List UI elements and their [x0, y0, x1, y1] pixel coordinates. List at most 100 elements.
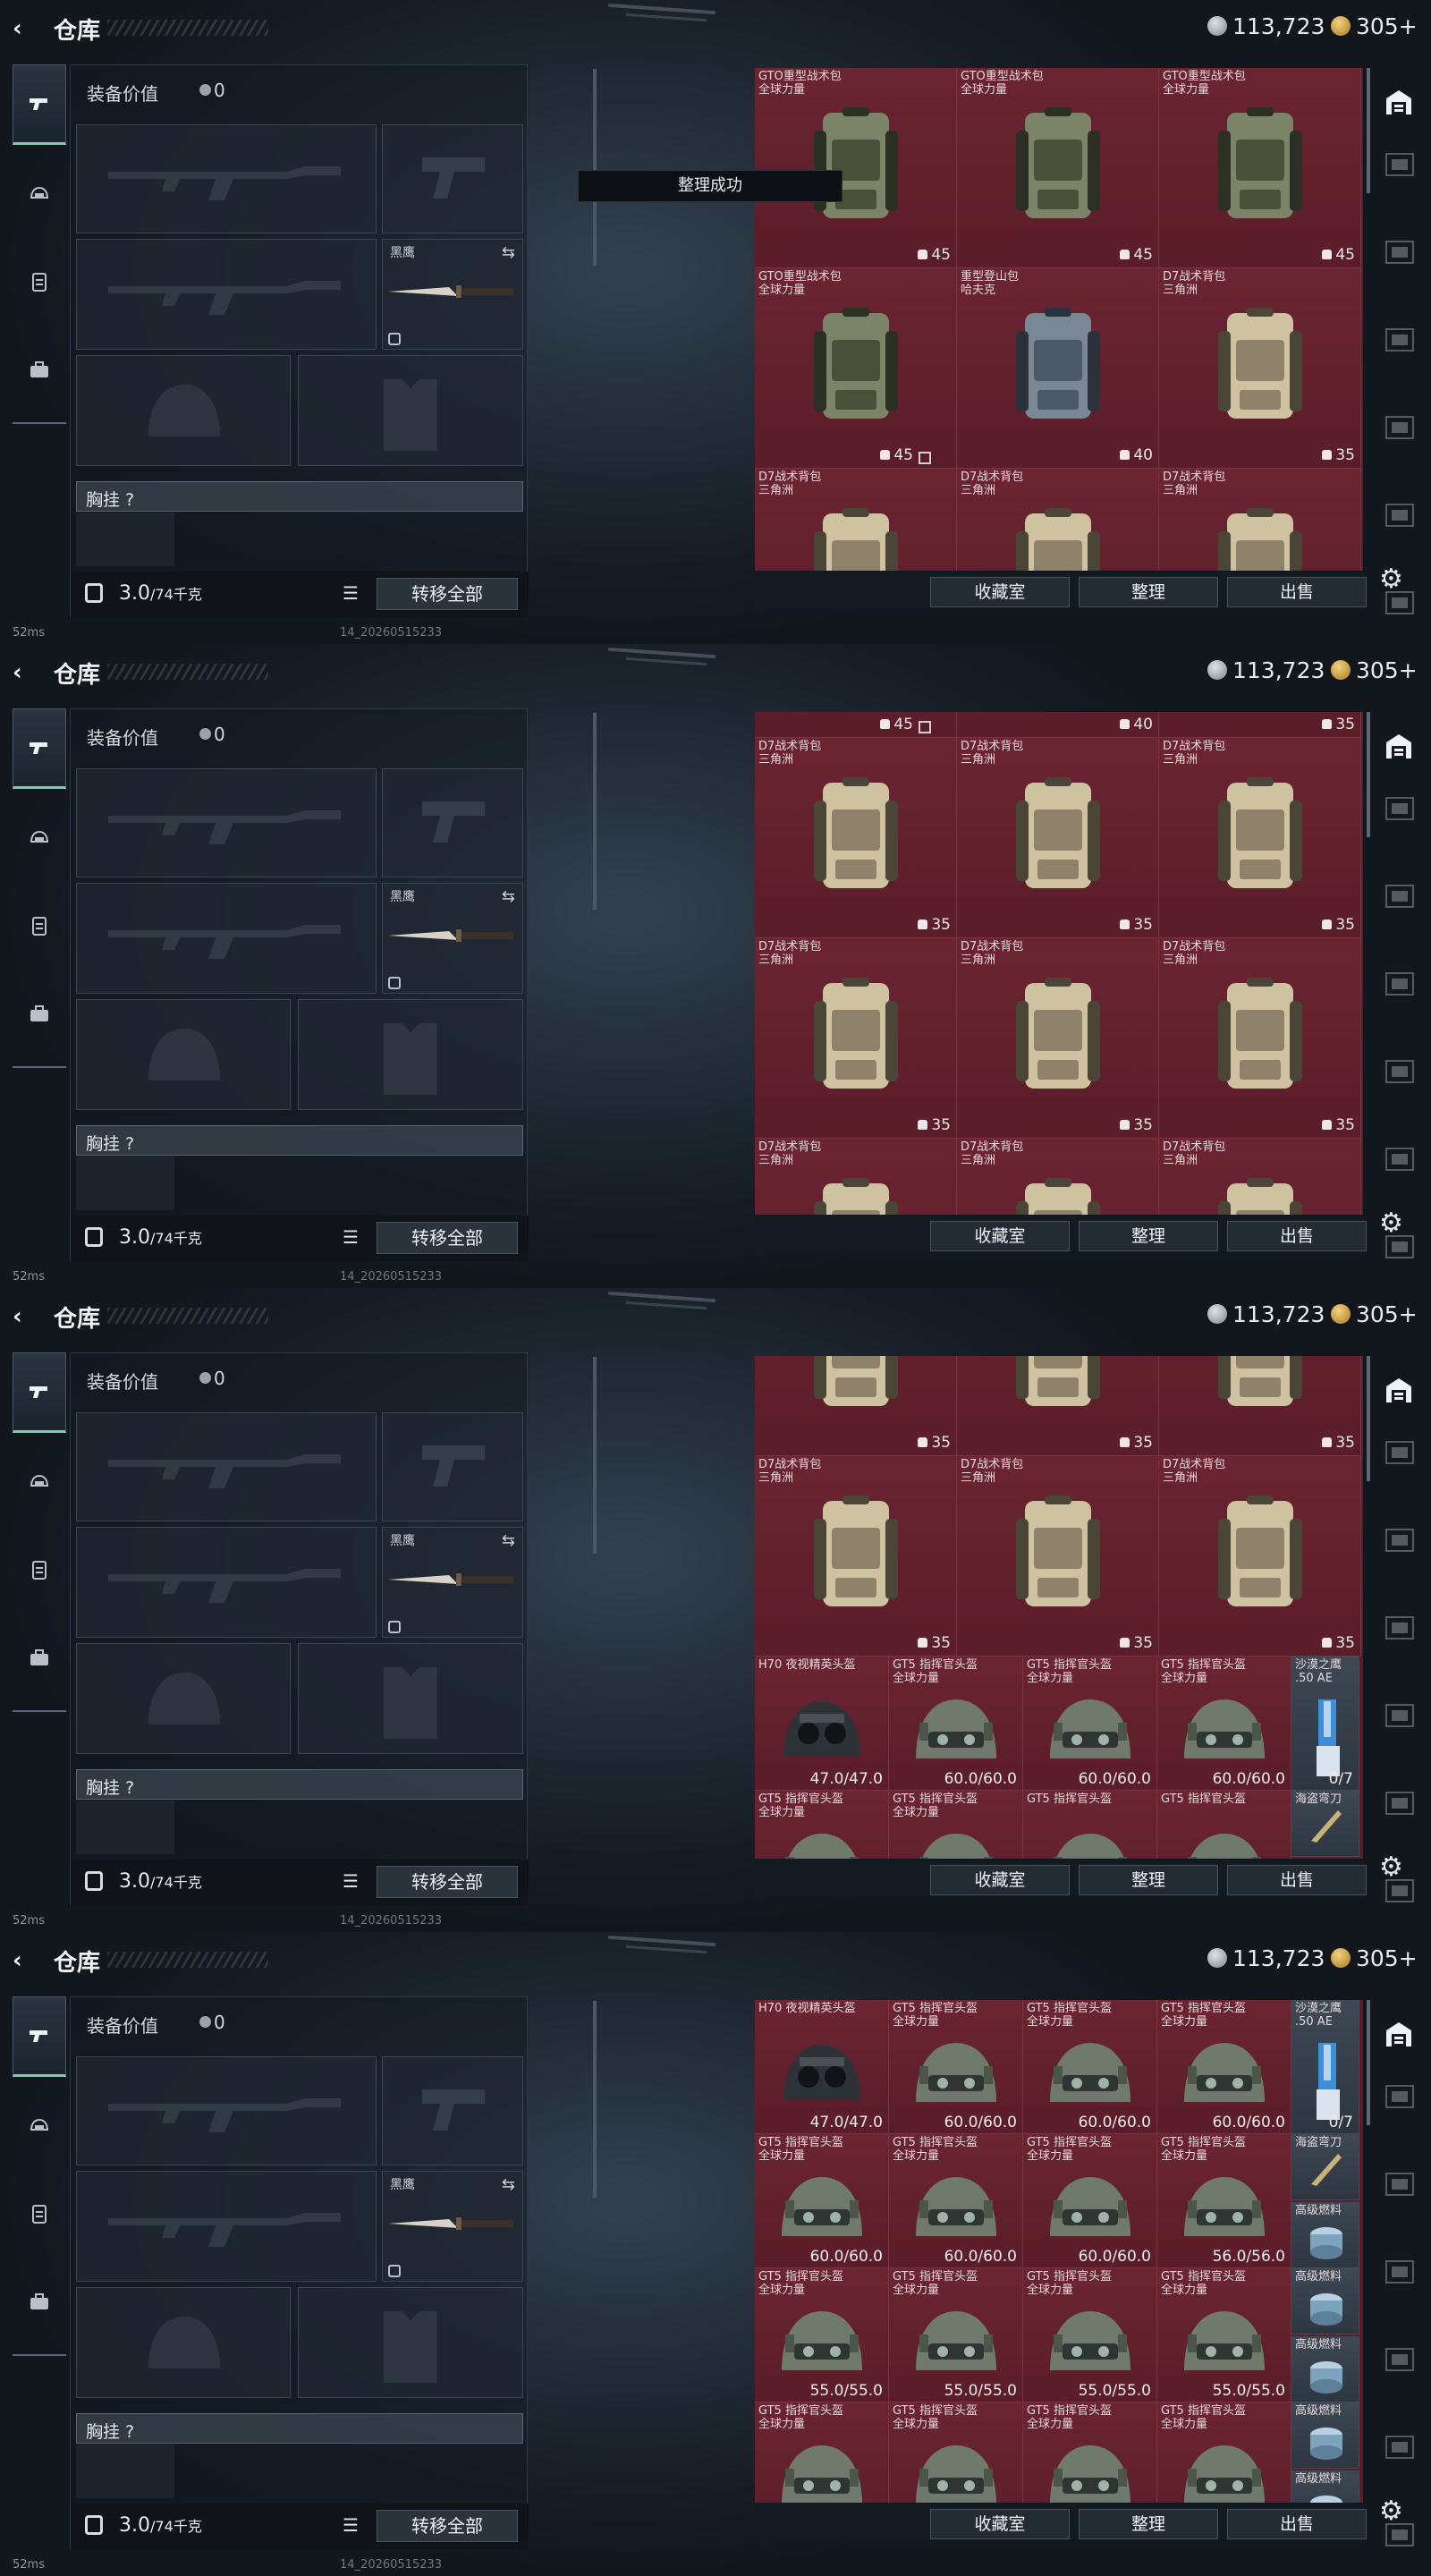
- warehouse-item-backpack[interactable]: D7战术背包三角洲35: [755, 469, 957, 571]
- warehouse-item-helmet[interactable]: GT5 指挥官头盔 全球力量 55.0/55.0: [1157, 2268, 1291, 2402]
- warehouse-main-tab[interactable]: [1377, 2012, 1420, 2055]
- melee-slot[interactable]: 黑鹰 ⇆: [382, 2171, 523, 2282]
- warehouse-item-backpack[interactable]: D7战术背包三角洲35: [755, 938, 957, 1139]
- back-arrow-icon[interactable]: ‹: [13, 1948, 38, 1973]
- sort-button[interactable]: 整理: [1079, 1221, 1218, 1251]
- warehouse-item-backpack[interactable]: 35: [1159, 1356, 1361, 1456]
- warehouse-item-helmet[interactable]: H70 夜视精英头盔 47.0/47.0: [755, 2000, 889, 2134]
- storage-page-icon[interactable]: [1383, 2343, 1417, 2376]
- currency-silver-amount[interactable]: 113,723: [1232, 1301, 1325, 1327]
- primary-weapon-slot[interactable]: [76, 2056, 377, 2165]
- settings-gear-icon[interactable]: ⚙: [1379, 565, 1408, 594]
- swap-icon[interactable]: ⇆: [502, 2175, 515, 2194]
- storage-page-icon[interactable]: [1383, 2168, 1417, 2200]
- nav-case-tab[interactable]: [13, 973, 66, 1054]
- sell-button[interactable]: 出售: [1227, 577, 1367, 607]
- chest-rig-grid[interactable]: [76, 513, 174, 566]
- warehouse-main-tab[interactable]: [1377, 1368, 1420, 1411]
- collection-room-button[interactable]: 收藏室: [930, 2509, 1070, 2539]
- warehouse-grid[interactable]: H70 夜视精英头盔 47.0/47.0 GT5 指挥官头盔 全球力量 60.0/60.…: [755, 2000, 1363, 2503]
- currency-gold-amount[interactable]: 305+: [1356, 13, 1418, 39]
- nav-case-tab[interactable]: [13, 329, 66, 410]
- settings-gear-icon[interactable]: ⚙: [1379, 1209, 1408, 1238]
- secondary-weapon-slot[interactable]: [76, 239, 377, 350]
- storage-page-icon[interactable]: [1383, 499, 1417, 531]
- warehouse-item-backpack[interactable]: D7战术背包 三角洲: [1159, 1139, 1361, 1215]
- currency-gold-amount[interactable]: 305+: [1356, 1301, 1418, 1327]
- helmet-slot[interactable]: [76, 999, 291, 1110]
- pistol-slot[interactable]: [382, 124, 523, 233]
- sell-button[interactable]: 出售: [1227, 1865, 1367, 1895]
- warehouse-item-backpack[interactable]: D7战术背包三角洲35: [957, 738, 1159, 938]
- chest-rig-grid[interactable]: [76, 2445, 174, 2498]
- secondary-weapon-slot[interactable]: [76, 1527, 377, 1638]
- back-arrow-icon[interactable]: ‹: [13, 16, 38, 41]
- warehouse-main-tab[interactable]: [1377, 80, 1420, 123]
- warehouse-item-backpack[interactable]: GTO重型战术包 全球力量 45: [755, 68, 957, 268]
- transfer-all-button[interactable]: 转移全部: [377, 578, 518, 610]
- warehouse-item-helmet[interactable]: GT5 指挥官头盔 全球力量 60.0/60.0: [1023, 1657, 1157, 1791]
- warehouse-item-backpack[interactable]: GTO重型战术包 全球力量 45: [755, 268, 957, 469]
- nav-gear-tab[interactable]: [13, 1530, 66, 1610]
- storage-page-icon[interactable]: [1383, 1055, 1417, 1088]
- warehouse-item-backpack[interactable]: D7战术背包 三角洲: [755, 1139, 957, 1215]
- storage-page-icon[interactable]: [1383, 148, 1417, 181]
- nav-armor-tab[interactable]: [13, 2086, 66, 2166]
- warehouse-item-backpack[interactable]: GTO重型战术包 全球力量 45: [1159, 68, 1361, 268]
- armor-slot[interactable]: [298, 2287, 523, 2398]
- storage-page-icon[interactable]: [1383, 968, 1417, 1000]
- chest-rig-header[interactable]: 胸挂 ?: [76, 1769, 523, 1800]
- collection-room-button[interactable]: 收藏室: [930, 1865, 1070, 1895]
- secondary-weapon-slot[interactable]: [76, 883, 377, 994]
- list-icon[interactable]: ☰: [343, 2516, 362, 2534]
- warehouse-item-fuel[interactable]: 高级燃料: [1291, 2202, 1359, 2268]
- nav-gear-tab[interactable]: [13, 242, 66, 322]
- storage-page-icon[interactable]: [1383, 2080, 1417, 2113]
- warehouse-scrollbar[interactable]: [1367, 2000, 1370, 2125]
- armor-slot[interactable]: [298, 999, 523, 1110]
- storage-page-icon[interactable]: [1383, 1612, 1417, 1644]
- transfer-all-button[interactable]: 转移全部: [377, 1222, 518, 1254]
- pistol-slot[interactable]: [382, 2056, 523, 2165]
- warehouse-item-backpack[interactable]: 45: [755, 712, 957, 738]
- settings-gear-icon[interactable]: ⚙: [1379, 2497, 1408, 2526]
- warehouse-item-backpack[interactable]: 35: [957, 1356, 1159, 1456]
- warehouse-grid[interactable]: GTO重型战术包 全球力量 45 GTO重型战术包 全球力量 45 GTO重型战术包 全球…: [755, 68, 1363, 571]
- warehouse-item-fuel[interactable]: 高级燃料: [1291, 2336, 1359, 2402]
- warehouse-item-backpack[interactable]: 35: [1159, 712, 1361, 738]
- list-icon[interactable]: ☰: [343, 1228, 362, 1246]
- nav-case-tab[interactable]: [13, 1617, 66, 1698]
- back-arrow-icon[interactable]: ‹: [13, 1304, 38, 1329]
- warehouse-item-helmet[interactable]: GT5 指挥官头盔 全球力量: [1157, 2402, 1291, 2503]
- melee-slot[interactable]: 黑鹰 ⇆: [382, 1527, 523, 1638]
- helmet-slot[interactable]: [76, 355, 291, 466]
- transfer-all-button[interactable]: 转移全部: [377, 2510, 518, 2542]
- storage-page-icon[interactable]: [1383, 2256, 1417, 2288]
- warehouse-item-backpack[interactable]: D7战术背包三角洲35: [957, 1456, 1159, 1657]
- warehouse-item-backpack[interactable]: D7战术背包三角洲35: [957, 469, 1159, 571]
- pistol-slot[interactable]: [382, 768, 523, 877]
- warehouse-item-backpack[interactable]: D7战术背包三角洲35: [1159, 938, 1361, 1139]
- warehouse-item-helmet[interactable]: H70 夜视精英头盔 47.0/47.0: [755, 1657, 889, 1791]
- currency-silver-amount[interactable]: 113,723: [1232, 13, 1325, 39]
- chest-rig-header[interactable]: 胸挂 ?: [76, 2413, 523, 2444]
- warehouse-item-backpack[interactable]: D7战术背包三角洲35: [1159, 469, 1361, 571]
- warehouse-item-helmet[interactable]: GT5 指挥官头盔 全球力量 60.0/60.0: [889, 2134, 1023, 2268]
- warehouse-item-backpack[interactable]: D7战术背包三角洲35: [1159, 738, 1361, 938]
- warehouse-item-backpack[interactable]: GTO重型战术包 全球力量 45: [957, 68, 1159, 268]
- storage-page-icon[interactable]: [1383, 1787, 1417, 1819]
- sell-button[interactable]: 出售: [1227, 2509, 1367, 2539]
- warehouse-item-backpack[interactable]: D7战术背包三角洲35: [755, 738, 957, 938]
- warehouse-item-helmet[interactable]: GT5 指挥官头盔: [1023, 1791, 1157, 1859]
- warehouse-item-backpack[interactable]: D7战术背包三角洲35: [957, 938, 1159, 1139]
- sell-button[interactable]: 出售: [1227, 1221, 1367, 1251]
- warehouse-item-helmet[interactable]: GT5 指挥官头盔 全球力量: [1023, 2402, 1157, 2503]
- armor-slot[interactable]: [298, 355, 523, 466]
- chest-rig-grid[interactable]: [76, 1801, 174, 1854]
- nav-weapons-tab[interactable]: [13, 708, 66, 789]
- warehouse-grid[interactable]: 35 35 35 D7战术背包 三角洲 35 D7战术背包 三角洲 35 D7战术背包三…: [755, 1356, 1363, 1859]
- sort-button[interactable]: 整理: [1079, 2509, 1218, 2539]
- warehouse-item[interactable]: 沙漠之鹰 .50 AE 0/7: [1291, 1657, 1359, 1791]
- settings-gear-icon[interactable]: ⚙: [1379, 1853, 1408, 1882]
- storage-page-icon[interactable]: [1383, 880, 1417, 912]
